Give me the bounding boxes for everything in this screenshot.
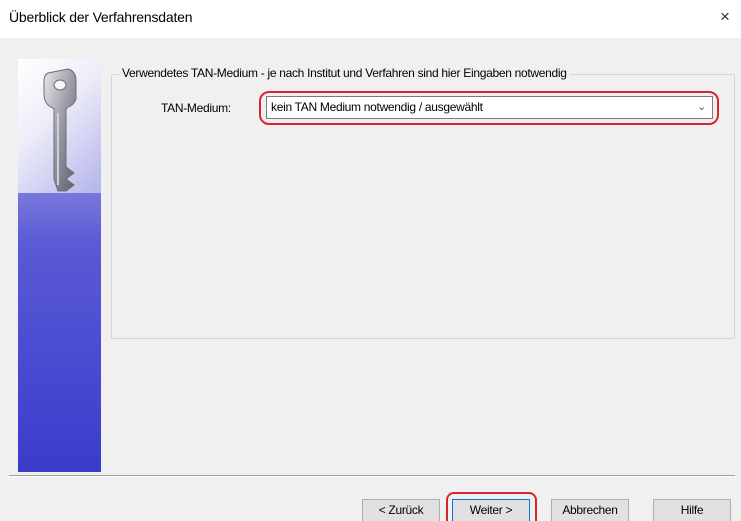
- dialog-content: Verwendetes TAN-Medium - je nach Institu…: [0, 38, 741, 521]
- close-icon: ×: [720, 7, 730, 26]
- next-highlight-annotation: [446, 492, 537, 521]
- window-title: Überblick der Verfahrensdaten: [9, 9, 193, 25]
- help-button[interactable]: Hilfe: [653, 499, 731, 521]
- select-highlight-annotation: [259, 91, 719, 125]
- wizard-banner: [18, 59, 101, 472]
- key-icon: [43, 68, 77, 192]
- close-button[interactable]: ×: [713, 5, 737, 29]
- group-legend: Verwendetes TAN-Medium - je nach Institu…: [119, 66, 570, 80]
- dialog-window: Überblick der Verfahrensdaten × Verwende…: [0, 0, 741, 521]
- cancel-button[interactable]: Abbrechen: [551, 499, 629, 521]
- tan-medium-label: TAN-Medium:: [161, 101, 231, 115]
- back-button[interactable]: < Zurück: [362, 499, 440, 521]
- key-panel: [18, 59, 101, 193]
- title-bar: Überblick der Verfahrensdaten ×: [0, 0, 741, 38]
- button-separator: [9, 475, 735, 477]
